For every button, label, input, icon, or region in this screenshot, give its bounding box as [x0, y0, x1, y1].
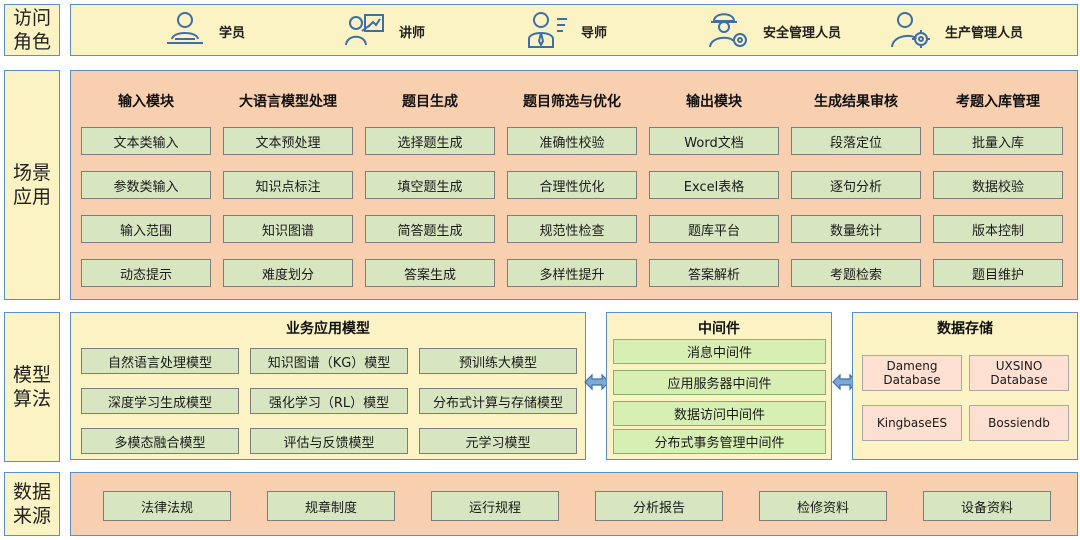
model-item[interactable]: 元学习模型	[419, 428, 577, 454]
row-label-data-source: 数据 来源	[4, 472, 60, 536]
module-item[interactable]: 多样性提升	[507, 259, 637, 287]
mentor-icon	[525, 9, 569, 53]
database-item[interactable]: Dameng Database	[862, 355, 962, 391]
role-safety-manager[interactable]: 安全管理人员	[707, 5, 841, 57]
lecturer-icon	[343, 9, 387, 53]
module-item[interactable]: 动态提示	[81, 259, 211, 287]
module-item[interactable]: 批量入库	[933, 127, 1063, 155]
module-item[interactable]: 答案解析	[649, 259, 779, 287]
module-item[interactable]: 逐句分析	[791, 171, 921, 199]
middleware-item[interactable]: 分布式事务管理中间件	[613, 429, 826, 454]
module-title: 题目筛选与优化	[523, 94, 621, 110]
access-roles-panel: 学员 讲师 导师 安全管理人员 生产管理人员	[70, 4, 1078, 56]
database-item[interactable]: KingbaseES	[862, 405, 962, 441]
business-models-panel: 业务应用模型 自然语言处理模型 知识图谱（KG）模型 预训练大模型 深度学习生成…	[70, 312, 586, 460]
data-source-item[interactable]: 运行规程	[431, 491, 559, 521]
data-source-item[interactable]: 分析报告	[595, 491, 723, 521]
role-lecturer[interactable]: 讲师	[343, 5, 425, 57]
model-item[interactable]: 分布式计算与存储模型	[419, 388, 577, 414]
module-title: 输出模块	[686, 94, 742, 110]
model-item[interactable]: 多模态融合模型	[81, 428, 239, 454]
module-item[interactable]: 题库平台	[649, 215, 779, 243]
module-item[interactable]: 准确性校验	[507, 127, 637, 155]
role-label: 安全管理人员	[763, 25, 842, 41]
middleware-panel: 中间件 消息中间件 应用服务器中间件 数据访问中间件 分布式事务管理中间件	[606, 312, 832, 460]
middleware-title: 中间件	[698, 321, 740, 337]
data-source-item[interactable]: 法律法规	[103, 491, 231, 521]
module-item[interactable]: 输入范围	[81, 215, 211, 243]
data-storage-title: 数据存储	[937, 321, 993, 337]
row-label-model: 模型 算法	[4, 312, 60, 462]
module-item[interactable]: 填空题生成	[365, 171, 495, 199]
data-source-item[interactable]: 检修资料	[759, 491, 887, 521]
row-label-access-roles: 访问 角色	[4, 4, 60, 56]
module-item[interactable]: 段落定位	[791, 127, 921, 155]
role-label: 学员	[219, 25, 246, 41]
module-title: 考题入库管理	[956, 94, 1040, 110]
row-label-scenario: 场景 应用	[4, 70, 60, 300]
production-manager-icon	[889, 9, 933, 53]
module-item[interactable]: 考题检索	[791, 259, 921, 287]
module-item[interactable]: 数据校验	[933, 171, 1063, 199]
role-label: 导师	[581, 25, 608, 41]
module-item[interactable]: 参数类输入	[81, 171, 211, 199]
module-item[interactable]: Excel表格	[649, 171, 779, 199]
model-item[interactable]: 强化学习（RL）模型	[250, 388, 408, 414]
model-item[interactable]: 自然语言处理模型	[81, 348, 239, 374]
module-item[interactable]: 合理性优化	[507, 171, 637, 199]
module-title: 输入模块	[118, 94, 174, 110]
student-icon	[163, 9, 207, 53]
module-item[interactable]: 知识图谱	[223, 215, 353, 243]
model-item[interactable]: 知识图谱（KG）模型	[250, 348, 408, 374]
model-item[interactable]: 深度学习生成模型	[81, 388, 239, 414]
model-item[interactable]: 预训练大模型	[419, 348, 577, 374]
module-item[interactable]: 知识点标注	[223, 171, 353, 199]
middleware-item[interactable]: 数据访问中间件	[613, 401, 826, 426]
role-mentor[interactable]: 导师	[525, 5, 607, 57]
module-item[interactable]: 简答题生成	[365, 215, 495, 243]
module-title: 生成结果审核	[814, 94, 898, 110]
role-production-manager[interactable]: 生产管理人员	[889, 5, 1023, 57]
role-student[interactable]: 学员	[163, 5, 245, 57]
module-title: 题目生成	[402, 94, 458, 110]
module-title: 大语言模型处理	[239, 94, 337, 110]
module-item[interactable]: 文本预处理	[223, 127, 353, 155]
role-label: 生产管理人员	[945, 25, 1024, 41]
middleware-item[interactable]: 应用服务器中间件	[613, 370, 826, 395]
module-item[interactable]: 文本类输入	[81, 127, 211, 155]
module-item[interactable]: 数量统计	[791, 215, 921, 243]
model-item[interactable]: 评估与反馈模型	[250, 428, 408, 454]
database-item[interactable]: UXSINO Database	[969, 355, 1069, 391]
middleware-item[interactable]: 消息中间件	[613, 339, 826, 364]
scenario-panel: 输入模块 文本类输入 参数类输入 输入范围 动态提示 大语言模型处理 文本预处理…	[70, 70, 1078, 300]
module-item[interactable]: 版本控制	[933, 215, 1063, 243]
business-models-title: 业务应用模型	[286, 321, 370, 337]
module-item[interactable]: 选择题生成	[365, 127, 495, 155]
module-item[interactable]: 难度划分	[223, 259, 353, 287]
module-item[interactable]: 规范性检查	[507, 215, 637, 243]
data-source-panel: 法律法规 规章制度 运行规程 分析报告 检修资料 设备资料	[70, 472, 1078, 536]
module-item[interactable]: 题目维护	[933, 259, 1063, 287]
data-source-item[interactable]: 规章制度	[267, 491, 395, 521]
module-item[interactable]: Word文档	[649, 127, 779, 155]
data-source-item[interactable]: 设备资料	[923, 491, 1051, 521]
data-storage-panel: 数据存储 Dameng Database UXSINO Database Kin…	[852, 312, 1078, 460]
role-label: 讲师	[399, 25, 426, 41]
database-item[interactable]: Bossiendb	[969, 405, 1069, 441]
module-item[interactable]: 答案生成	[365, 259, 495, 287]
safety-manager-icon	[707, 9, 751, 53]
